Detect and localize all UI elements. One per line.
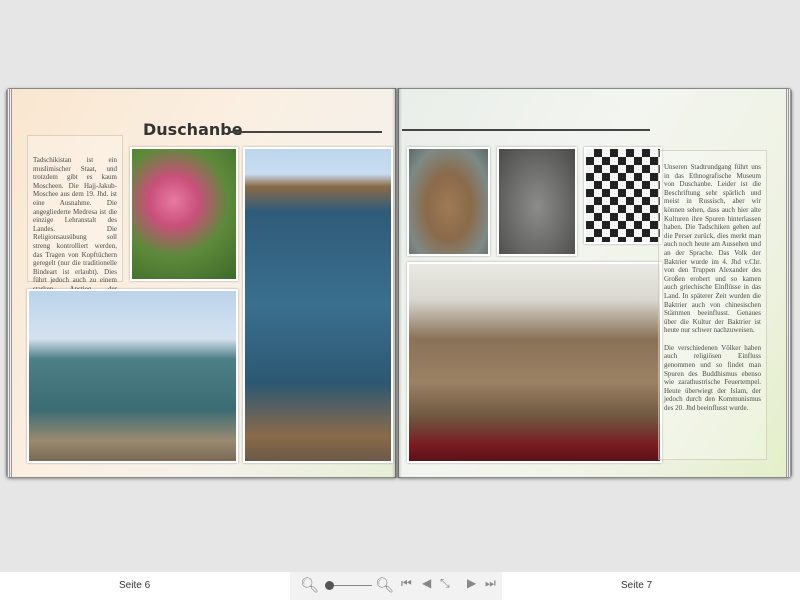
- photo-oleander-flowers: [130, 147, 238, 281]
- right-text-paragraph: Die verschiedenen Völker haben auch reli…: [664, 343, 761, 413]
- photo-clay-vessel: [407, 147, 490, 256]
- book-spine: [392, 88, 402, 478]
- right-text-paragraph: Unseren Stadtrundgang führt uns in das E…: [664, 163, 761, 335]
- prev-page-icon[interactable]: ◀︎: [422, 576, 431, 590]
- zoom-out-icon[interactable]: 🔍︎: [300, 576, 319, 594]
- photo-mosque: [27, 289, 238, 463]
- photo-inscribed-stone: [497, 147, 577, 256]
- zoom-slider-handle[interactable]: [325, 581, 334, 590]
- first-page-icon[interactable]: ⏮︎: [401, 576, 412, 591]
- left-page-number: Seite 6: [119, 580, 151, 591]
- fit-icon[interactable]: ⤡: [440, 576, 450, 591]
- photo-chessboard: [584, 147, 662, 244]
- title-rule: [229, 131, 382, 133]
- right-text-box: Unseren Stadtrundgang führt uns in das E…: [658, 150, 767, 460]
- next-page-icon[interactable]: ▶︎: [467, 576, 476, 590]
- left-text-box: Tadschikistan ist ein muslimischer Staat…: [27, 135, 123, 302]
- title-rule: [402, 129, 650, 131]
- page-edge: [786, 89, 791, 477]
- photo-tiled-gate: [243, 147, 393, 463]
- last-page-icon[interactable]: ⏭︎: [485, 576, 496, 591]
- zoom-in-icon[interactable]: 🔍︎: [375, 576, 394, 594]
- page-title: Duschanbe: [143, 120, 243, 139]
- photo-reclining-buddha: [407, 262, 662, 463]
- right-page-number: Seite 7: [621, 580, 653, 591]
- page-edge: [7, 89, 12, 477]
